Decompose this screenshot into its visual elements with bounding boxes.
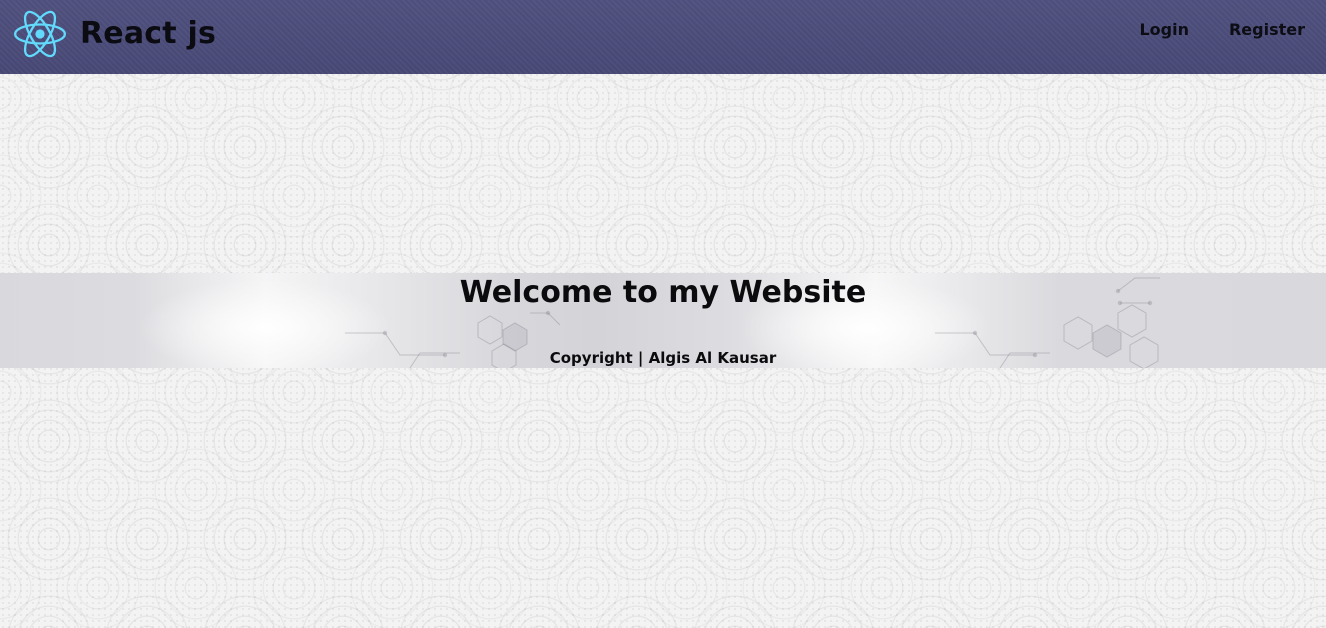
top-navbar: React js Login Register	[0, 0, 1326, 74]
welcome-heading: Welcome to my Website	[459, 275, 867, 310]
welcome-banner: Welcome to my Website Copyright | Algis …	[0, 273, 1326, 368]
copyright-text: Copyright | Algis Al Kausar	[549, 349, 777, 367]
brand-title: React js	[80, 16, 216, 51]
login-link[interactable]: Login	[1139, 20, 1189, 40]
react-logo-icon	[14, 10, 66, 58]
nav-links: Login Register	[1139, 20, 1305, 40]
brand-link[interactable]: React js	[14, 6, 216, 62]
register-link[interactable]: Register	[1229, 20, 1305, 40]
